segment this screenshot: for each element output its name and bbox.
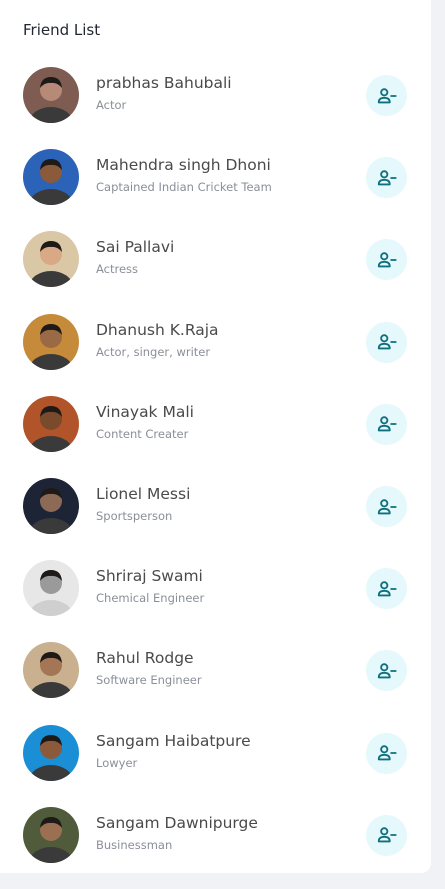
- remove-friend-button[interactable]: [366, 732, 407, 774]
- remove-friend-button[interactable]: [366, 814, 407, 856]
- remove-friend-button[interactable]: [366, 157, 407, 199]
- friend-name[interactable]: Rahul Rodge: [96, 649, 194, 667]
- user-minus-icon: [377, 169, 397, 186]
- remove-friend-button[interactable]: [366, 650, 407, 692]
- user-minus-icon: [377, 827, 397, 843]
- remove-friend-button[interactable]: [366, 568, 407, 610]
- friend-role: Software Engineer: [96, 673, 202, 688]
- friend-role: Actor, singer, writer: [96, 344, 211, 359]
- friend-role: Chemical Engineer: [96, 591, 205, 606]
- remove-friend-button[interactable]: [366, 486, 407, 527]
- user-minus-icon: [377, 252, 397, 268]
- friend-role: Actress: [96, 262, 139, 277]
- friend-row: Sangam Haibatpure Lowyer: [0, 724, 431, 807]
- user-minus-icon: [377, 745, 397, 761]
- friend-row: Shriraj Swami Chemical Engineer: [0, 560, 431, 642]
- avatar[interactable]: [23, 67, 79, 123]
- friend-row: Mahendra singh Dhoni Captained Indian Cr…: [0, 149, 431, 231]
- user-minus-icon: [377, 663, 397, 679]
- friend-role: Lowyer: [96, 755, 138, 770]
- friend-role: Captained Indian Cricket Team: [96, 180, 272, 195]
- friend-row: prabhas Bahubali Actor: [0, 67, 431, 149]
- friend-row: Lionel Messi Sportsperson: [0, 478, 431, 560]
- friend-name[interactable]: prabhas Bahubali: [96, 74, 232, 92]
- friend-name[interactable]: Dhanush K.Raja: [96, 321, 219, 339]
- avatar[interactable]: [23, 560, 79, 617]
- avatar[interactable]: [23, 478, 79, 534]
- friend-name[interactable]: Mahendra singh Dhoni: [96, 156, 271, 174]
- friend-list-panel: Friend List prabhas Bahubali Actor Mahen…: [0, 0, 431, 873]
- avatar[interactable]: [23, 149, 79, 206]
- friend-name[interactable]: Shriraj Swami: [96, 567, 203, 585]
- panel-title: Friend List: [23, 21, 101, 39]
- friend-role: Sportsperson: [96, 509, 173, 523]
- friend-role: Actor: [96, 98, 127, 112]
- friend-row: Rahul Rodge Software Engineer: [0, 642, 431, 724]
- avatar[interactable]: [23, 313, 79, 370]
- friend-name[interactable]: Sangam Dawnipurge: [96, 814, 258, 832]
- avatar[interactable]: [23, 231, 79, 288]
- friend-name[interactable]: Lionel Messi: [96, 485, 190, 503]
- friend-name[interactable]: Sai Pallavi: [96, 238, 174, 256]
- avatar[interactable]: [23, 724, 79, 781]
- avatar[interactable]: [23, 395, 79, 452]
- remove-friend-button[interactable]: [366, 403, 407, 445]
- user-minus-icon: [377, 87, 397, 103]
- friend-role: Content Creater: [96, 426, 189, 441]
- user-minus-icon: [377, 334, 397, 350]
- friend-row: Sai Pallavi Actress: [0, 231, 431, 313]
- friend-row: Dhanush K.Raja Actor, singer, writer: [0, 313, 431, 396]
- remove-friend-button[interactable]: [366, 239, 407, 281]
- friend-row: Vinayak Mali Content Creater: [0, 395, 431, 478]
- friend-name[interactable]: Sangam Haibatpure: [96, 732, 251, 750]
- user-minus-icon: [377, 498, 397, 514]
- remove-friend-button[interactable]: [366, 321, 407, 363]
- friend-role: Businessman: [96, 837, 173, 852]
- remove-friend-button[interactable]: [366, 75, 407, 116]
- avatar[interactable]: [23, 642, 79, 699]
- avatar[interactable]: [23, 806, 79, 863]
- friend-row: Sangam Dawnipurge Businessman: [0, 806, 431, 889]
- friend-name[interactable]: Vinayak Mali: [96, 403, 194, 421]
- user-minus-icon: [377, 416, 397, 432]
- user-minus-icon: [377, 580, 397, 597]
